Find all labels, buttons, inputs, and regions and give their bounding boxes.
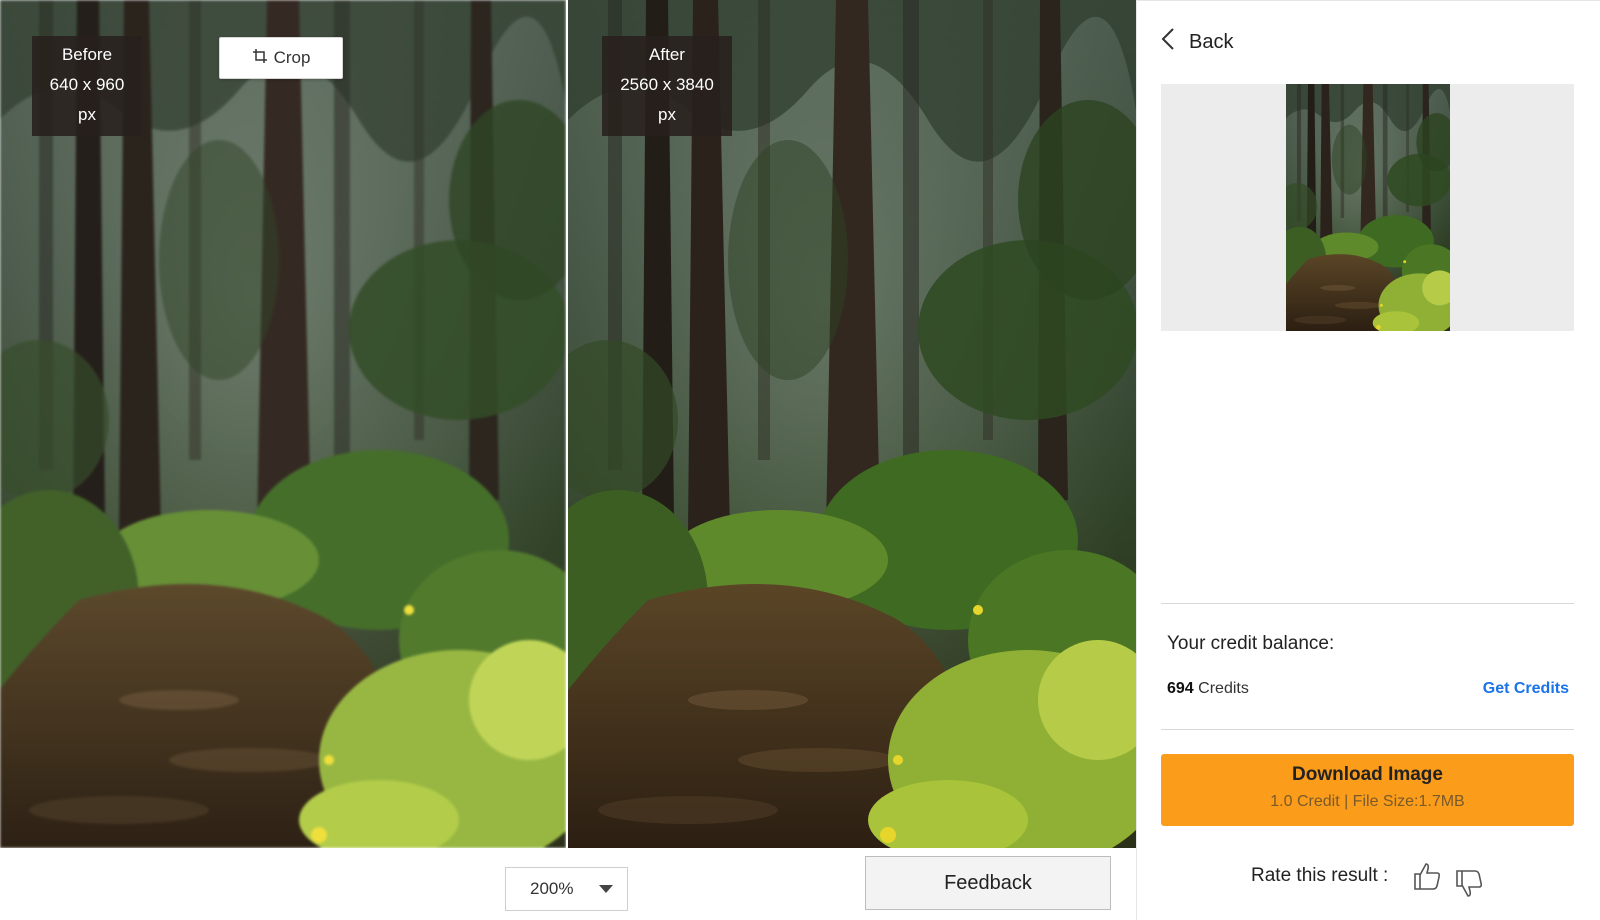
back-label: Back (1189, 30, 1234, 53)
preview-area (1161, 84, 1574, 331)
thumbs-down-icon[interactable] (1454, 869, 1484, 904)
crop-icon (252, 48, 268, 69)
credit-balance: 694 Credits (1167, 680, 1249, 698)
get-credits-link[interactable]: Get Credits (1483, 680, 1569, 698)
credit-count: 694 (1167, 680, 1194, 697)
forest-thumbnail-image (1286, 84, 1450, 331)
feedback-button[interactable]: Feedback (865, 856, 1111, 910)
back-button[interactable]: Back (1161, 27, 1233, 57)
download-title: Download Image (1292, 764, 1443, 785)
thumbs-up-icon[interactable] (1412, 861, 1442, 896)
chevron-left-icon (1161, 27, 1175, 57)
after-size-badge: After 2560 x 3840 px (602, 36, 732, 136)
download-subtitle: 1.0 Credit | File Size:1.7MB (1270, 793, 1465, 810)
credit-unit: Credits (1198, 680, 1249, 697)
before-dimensions: 640 x 960 px (49, 75, 125, 124)
after-dimensions: 2560 x 3840 px (620, 75, 714, 124)
side-panel: Back Your credit balance: 694 Credits Ge… (1136, 0, 1600, 920)
download-image-button[interactable]: Download Image 1.0 Credit | File Size:1.… (1161, 754, 1574, 826)
caret-down-icon (599, 885, 613, 893)
divider-line (1161, 729, 1574, 730)
after-label: After (649, 45, 685, 64)
zoom-select[interactable]: 200% (505, 867, 628, 911)
before-size-badge: Before 640 x 960 px (32, 36, 142, 136)
zoom-value: 200% (530, 879, 574, 898)
crop-button[interactable]: Crop (219, 37, 343, 79)
divider-line (1161, 603, 1574, 604)
result-thumbnail[interactable] (1286, 84, 1450, 331)
before-label: Before (61, 45, 113, 64)
rate-label: Rate this result : (1251, 865, 1389, 886)
image-comparison[interactable]: Before 640 x 960 px Crop After 2560 x 38… (0, 0, 1136, 848)
crop-label: Crop (273, 48, 311, 67)
credit-balance-title: Your credit balance: (1167, 633, 1335, 654)
